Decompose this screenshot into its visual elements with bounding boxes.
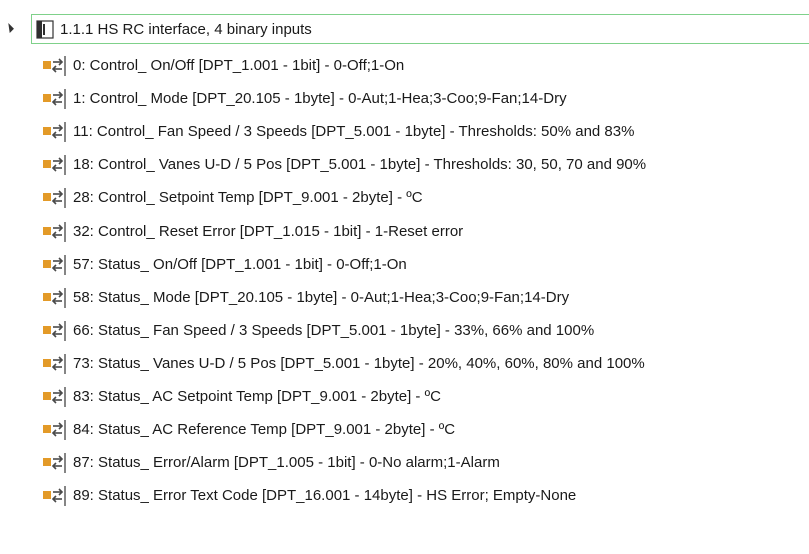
communication-object-icon <box>43 321 66 341</box>
communication-object-icon <box>43 453 66 473</box>
group-object-label: 87: Status_ Error/Alarm [DPT_1.005 - 1bi… <box>73 454 500 471</box>
group-object-label: 32: Control_ Reset Error [DPT_1.015 - 1b… <box>73 223 464 240</box>
group-object-label: 84: Status_ AC Reference Temp [DPT_9.001… <box>73 421 456 438</box>
group-object-label: 0: Control_ On/Off [DPT_1.001 - 1bit] - … <box>73 57 405 74</box>
group-object-label: 73: Status_ Vanes U-D / 5 Pos [DPT_5.001… <box>73 355 645 372</box>
knx-device-icon <box>36 20 54 39</box>
group-object-label: 66: Status_ Fan Speed / 3 Speeds [DPT_5.… <box>73 322 595 339</box>
communication-object-icon <box>43 255 66 275</box>
group-object-label: 18: Control_ Vanes U-D / 5 Pos [DPT_5.00… <box>73 156 647 173</box>
group-object-label: 1: Control_ Mode [DPT_20.105 - 1byte] - … <box>73 90 567 107</box>
expand-arrow-icon[interactable] <box>4 23 14 33</box>
communication-object-icon <box>43 288 66 308</box>
group-object-label: 28: Control_ Setpoint Temp [DPT_9.001 - … <box>73 189 423 206</box>
communication-object-icon <box>43 354 66 374</box>
communication-object-icon <box>43 89 66 109</box>
communication-object-icon <box>43 155 66 175</box>
selected-device-node[interactable]: 1.1.1 HS RC interface, 4 binary inputs <box>31 14 809 44</box>
group-object-label: 83: Status_ AC Setpoint Temp [DPT_9.001 … <box>73 388 441 405</box>
group-object-label: 58: Status_ Mode [DPT_20.105 - 1byte] - … <box>73 289 570 306</box>
group-object-label: 11: Control_ Fan Speed / 3 Speeds [DPT_5… <box>73 123 635 140</box>
communication-object-icon <box>43 56 66 76</box>
group-object-label: 57: Status_ On/Off [DPT_1.001 - 1bit] - … <box>73 256 407 273</box>
tree-root-device[interactable]: 1.1.1 HS RC interface, 4 binary inputs <box>0 13 809 47</box>
group-object-label: 89: Status_ Error Text Code [DPT_16.001 … <box>73 487 577 504</box>
communication-object-icon <box>43 486 66 506</box>
communication-object-icon <box>43 387 66 407</box>
device-label: 1.1.1 HS RC interface, 4 binary inputs <box>60 21 312 38</box>
communication-object-icon <box>43 420 66 440</box>
communication-object-icon <box>43 222 66 242</box>
communication-object-icon <box>43 122 66 142</box>
communication-object-icon <box>43 188 66 208</box>
